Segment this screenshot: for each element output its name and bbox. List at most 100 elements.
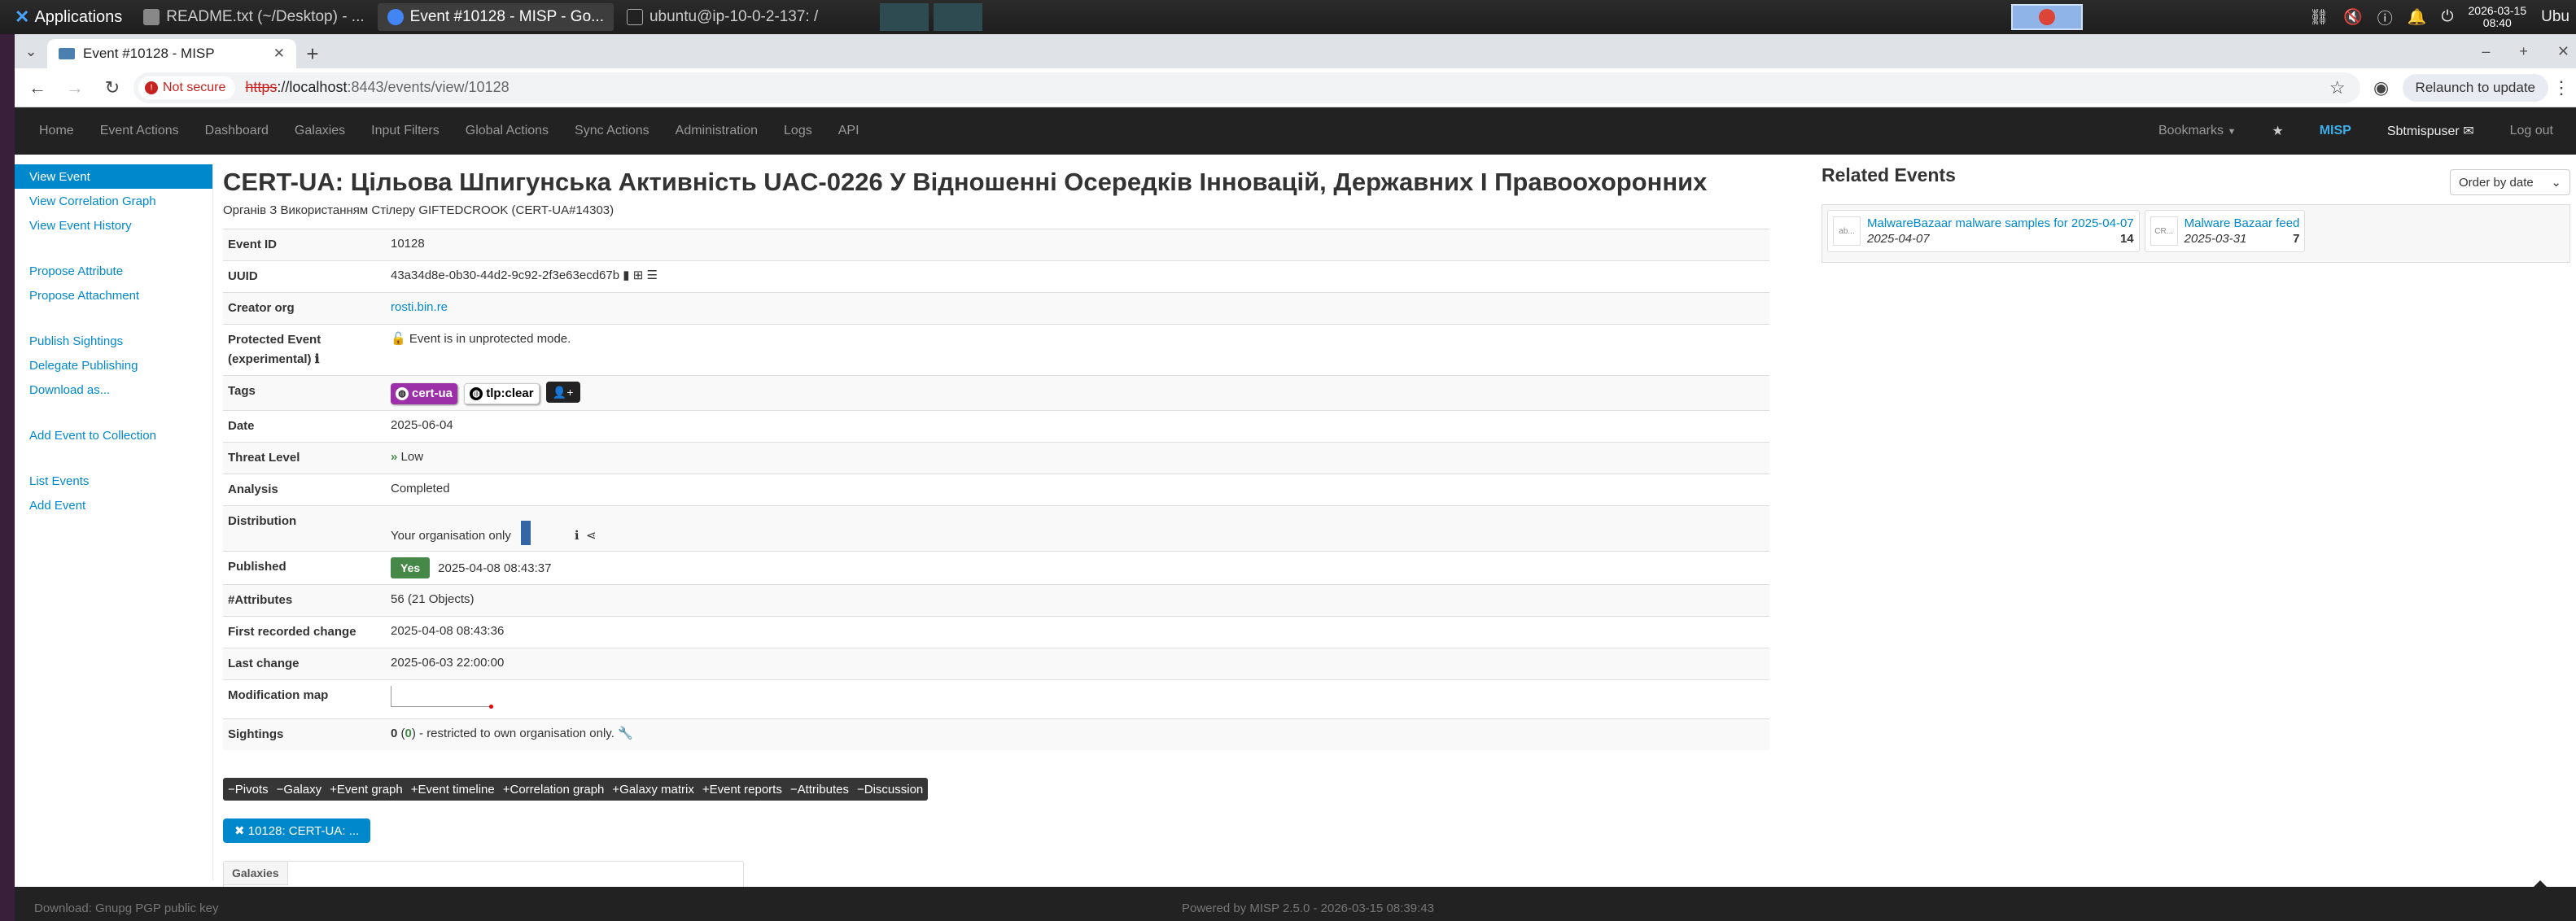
- workspace-2[interactable]: [934, 3, 983, 31]
- divider: [15, 447, 212, 469]
- table-row: Sightings 0 (0) - restricted to own orga…: [223, 718, 1769, 750]
- star-icon[interactable]: ★: [2272, 123, 2283, 139]
- toggle-pivots[interactable]: −Pivots: [228, 783, 269, 797]
- back-arrow-icon[interactable]: ←: [21, 72, 54, 104]
- workspace-1[interactable]: [880, 3, 929, 31]
- nav-api[interactable]: API: [838, 124, 859, 138]
- sidebar-list-events[interactable]: List Events: [15, 469, 212, 493]
- chrome-icon: [387, 9, 404, 25]
- url-text[interactable]: https://localhost:8443/events/view/10128: [245, 79, 509, 96]
- address-bar[interactable]: ! Not secure https://localhost:8443/even…: [133, 72, 2360, 103]
- close-tab-icon[interactable]: ✕: [273, 46, 285, 62]
- tag-label: tlp:clear: [486, 386, 534, 400]
- sidebar-delegate-publishing[interactable]: Delegate Publishing: [15, 353, 212, 378]
- sightings-own: 0: [405, 727, 412, 740]
- related-event-title[interactable]: MalwareBazaar malware samples for 2025-0…: [1867, 216, 2134, 231]
- logout-link[interactable]: Log out: [2510, 124, 2553, 138]
- creator-org-link[interactable]: rosti.bin.re: [386, 292, 1769, 325]
- galaxies-header: Galaxies: [224, 862, 288, 885]
- sidebar-publish-sightings[interactable]: Publish Sightings: [15, 329, 212, 353]
- toggle-event-reports[interactable]: +Event reports: [702, 783, 782, 797]
- reload-icon[interactable]: ↻: [96, 72, 129, 104]
- not-secure-badge[interactable]: ! Not secure: [138, 76, 236, 99]
- sidebar-add-event[interactable]: Add Event: [15, 493, 212, 517]
- toggle-discussion[interactable]: −Discussion: [857, 783, 923, 797]
- sidebar-download-as[interactable]: Download as...: [15, 378, 212, 402]
- browser-tab-active[interactable]: Event #10128 - MISP ✕: [47, 39, 296, 68]
- tray-user[interactable]: Ubu: [2541, 8, 2569, 26]
- chevron-double-down-icon: »: [391, 450, 398, 464]
- order-by-select[interactable]: Order by date ⌄: [2450, 169, 2570, 195]
- related-event-card[interactable]: ab... MalwareBazaar malware samples for …: [1827, 210, 2140, 252]
- toggle-event-graph[interactable]: +Event graph: [330, 783, 403, 797]
- bookmark-star-icon[interactable]: ☆: [2329, 77, 2346, 98]
- wrench-icon[interactable]: 🔧: [618, 727, 633, 740]
- relaunch-button[interactable]: Relaunch to update: [2402, 73, 2548, 102]
- taskbar-task-terminal[interactable]: ubuntu@ip-10-0-2-137: /: [617, 3, 828, 31]
- nav-input-filters[interactable]: Input Filters: [371, 124, 440, 138]
- list-icon[interactable]: ☰: [646, 268, 657, 282]
- toggle-event-timeline[interactable]: +Event timeline: [411, 783, 495, 797]
- copy-icon[interactable]: ▮: [623, 268, 629, 282]
- add-tag-button[interactable]: 👤+: [545, 382, 580, 403]
- event-filter-pill[interactable]: ✖ 10128: CERT-UA: ...: [223, 818, 371, 843]
- footer-left[interactable]: Download: Gnupg PGP public key: [34, 901, 219, 915]
- user-menu[interactable]: Sbtmispuser ✉: [2387, 123, 2474, 139]
- profile-icon[interactable]: ◉: [2365, 72, 2398, 104]
- close-icon[interactable]: ✖: [234, 824, 245, 838]
- info-icon[interactable]: ⓘ: [2377, 7, 2393, 28]
- toggle-attributes[interactable]: −Attributes: [790, 783, 849, 797]
- modification-map[interactable]: [391, 686, 493, 709]
- mute-icon[interactable]: 🔇: [2343, 7, 2363, 27]
- sidebar-view-event[interactable]: View Event: [15, 164, 212, 189]
- toggle-correlation-graph[interactable]: +Correlation graph: [503, 783, 605, 797]
- toggle-galaxy[interactable]: −Galaxy: [277, 783, 321, 797]
- nav-administration[interactable]: Administration: [676, 124, 758, 138]
- misp-navbar: Home Event Actions Dashboard Galaxies In…: [15, 107, 2576, 155]
- taskbar-task-readme[interactable]: README.txt (~/Desktop) - ...: [133, 3, 374, 31]
- nav-home[interactable]: Home: [39, 124, 74, 138]
- tag-cert-ua[interactable]: ◍ cert-ua: [391, 383, 458, 404]
- applications-menu[interactable]: ✕ Applications: [0, 0, 133, 34]
- sidebar-propose-attribute[interactable]: Propose Attribute: [15, 259, 212, 283]
- xfce-logo-icon: ✕: [15, 7, 30, 27]
- scroll-top-icon[interactable]: [2524, 880, 2556, 897]
- nav-dashboard[interactable]: Dashboard: [205, 124, 269, 138]
- sidebar-view-correlation-graph[interactable]: View Correlation Graph: [15, 189, 212, 213]
- toggle-label: Event graph: [336, 782, 403, 797]
- toggle-galaxy-matrix[interactable]: +Galaxy matrix: [612, 783, 693, 797]
- nav-global-actions[interactable]: Global Actions: [466, 124, 549, 138]
- new-tab-button[interactable]: +: [296, 39, 329, 68]
- info-icon[interactable]: ℹ: [575, 529, 579, 543]
- add-icon[interactable]: ⊞: [633, 268, 644, 282]
- minimize-icon[interactable]: –: [2482, 43, 2490, 60]
- forward-arrow-icon[interactable]: →: [59, 72, 91, 104]
- sidebar-propose-attachment[interactable]: Propose Attachment: [15, 283, 212, 308]
- sidebar-add-event-to-collection[interactable]: Add Event to Collection: [15, 423, 212, 447]
- nav-logs[interactable]: Logs: [784, 124, 812, 138]
- chrome-window-indicator[interactable]: [2011, 4, 2083, 30]
- power-icon[interactable]: ⏻: [2441, 8, 2453, 26]
- tab-title: Event #10128 - MISP: [83, 46, 215, 61]
- menu-kebab-icon[interactable]: ⋮: [2552, 72, 2570, 104]
- related-event-card[interactable]: CR... Malware Bazaar feed 2025-03-31 7: [2144, 210, 2306, 252]
- row-label: Last change: [223, 648, 386, 680]
- tab-search-button[interactable]: ⌄: [15, 34, 47, 68]
- related-event-title[interactable]: Malware Bazaar feed: [2185, 216, 2300, 231]
- nav-sync-actions[interactable]: Sync Actions: [575, 124, 649, 138]
- table-row: Tags ◍ cert-ua ◍ tlp:clear 👤+: [223, 375, 1769, 411]
- clock[interactable]: 2026-03-15 08:40: [2469, 5, 2527, 29]
- misp-home-link[interactable]: MISP: [2320, 124, 2351, 138]
- nav-galaxies[interactable]: Galaxies: [295, 124, 345, 138]
- sidebar-view-event-history[interactable]: View Event History: [15, 213, 212, 238]
- taskbar-task-browser[interactable]: Event #10128 - MISP - Go...: [377, 3, 614, 31]
- nav-event-actions[interactable]: Event Actions: [100, 124, 179, 138]
- bookmarks-dropdown[interactable]: Bookmarks ▼: [2158, 124, 2236, 138]
- info-icon[interactable]: ℹ: [315, 352, 320, 366]
- maximize-icon[interactable]: +: [2519, 43, 2528, 60]
- tag-tlp-clear[interactable]: ◍ tlp:clear: [464, 383, 540, 404]
- close-window-icon[interactable]: ✕: [2557, 43, 2569, 60]
- network-icon[interactable]: ⛓: [2309, 7, 2329, 27]
- notification-bell-icon[interactable]: 🔔: [2408, 7, 2427, 27]
- share-icon[interactable]: ⋖: [586, 529, 597, 543]
